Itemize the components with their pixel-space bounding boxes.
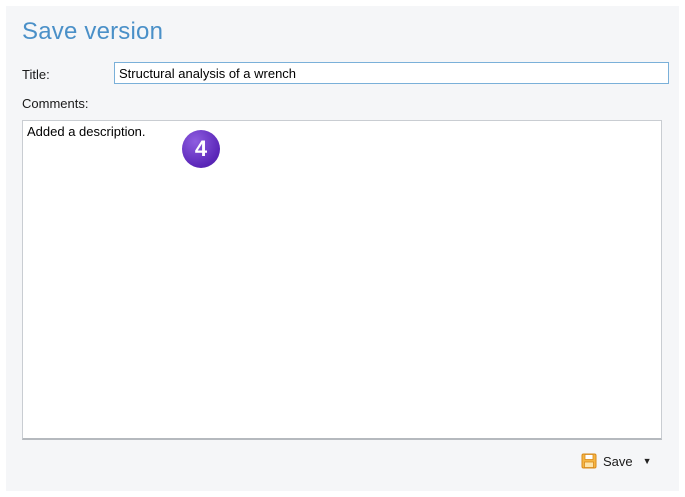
- title-input[interactable]: [114, 62, 669, 84]
- caret-down-icon[interactable]: ▼: [643, 456, 652, 466]
- save-button-label: Save: [603, 453, 633, 469]
- page-title: Save version: [22, 18, 164, 45]
- save-version-panel: Save version Title: Comments: 4 Save ▼: [6, 6, 679, 491]
- floppy-disk-icon: [581, 453, 597, 469]
- save-button[interactable]: Save ▼: [581, 450, 652, 472]
- step-callout-badge: 4: [182, 130, 220, 168]
- comments-textarea[interactable]: [22, 120, 662, 440]
- comments-label: Comments:: [22, 96, 89, 111]
- title-label: Title:: [22, 67, 50, 82]
